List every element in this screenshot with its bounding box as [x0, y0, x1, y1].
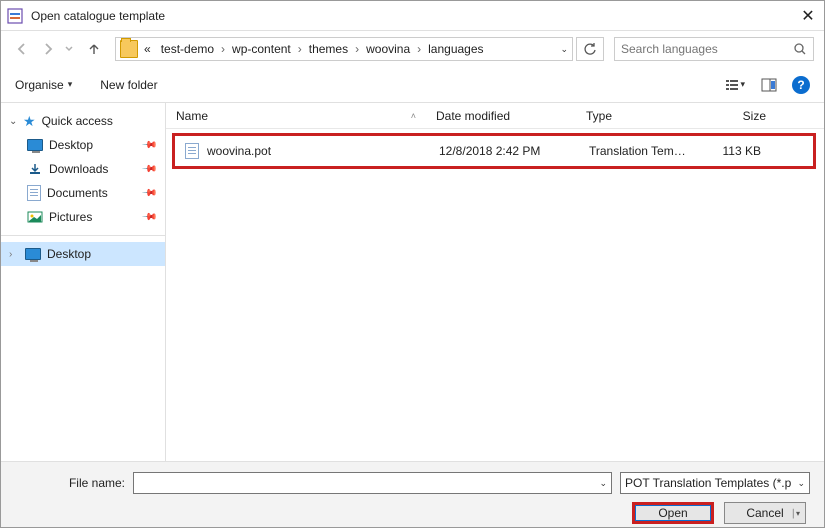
sidebar-item-root-desktop[interactable]: › Desktop	[1, 242, 165, 266]
up-button[interactable]	[83, 38, 105, 60]
pin-icon: 📌	[140, 209, 157, 226]
view-mode-button[interactable]: ▾	[724, 75, 746, 95]
nav-row: « test-demo › wp-content › themes › woov…	[1, 31, 824, 67]
chevron-right-icon: ›	[220, 42, 226, 56]
sidebar-label-documents: Documents	[47, 186, 108, 200]
chevron-right-icon: ›	[354, 42, 360, 56]
address-dropdown[interactable]: ⌄	[560, 44, 568, 55]
sidebar-item-pictures[interactable]: Pictures 📌	[1, 205, 165, 229]
forward-button[interactable]	[37, 38, 59, 60]
document-icon	[27, 185, 41, 201]
highlighted-file-row: woovina.pot 12/8/2018 2:42 PM Translatio…	[172, 133, 816, 169]
filename-input[interactable]: ⌄	[133, 472, 612, 494]
crumb-themes[interactable]: themes	[305, 42, 352, 56]
crumb-wp-content[interactable]: wp-content	[228, 42, 295, 56]
chevron-down-icon[interactable]: ⌄	[599, 478, 607, 489]
chevron-right-icon: ›	[9, 249, 19, 260]
new-folder-label: New folder	[100, 78, 157, 92]
sidebar-label-downloads: Downloads	[49, 162, 108, 176]
sidebar-item-desktop[interactable]: Desktop 📌	[1, 133, 165, 157]
sidebar-label-desktop: Desktop	[49, 138, 93, 152]
crumb-woovina[interactable]: woovina	[362, 42, 414, 56]
star-icon: ★	[23, 113, 36, 130]
header-label-name: Name	[176, 109, 208, 123]
header-name[interactable]: Name ˄	[166, 109, 426, 123]
chevron-down-icon: ▾	[68, 79, 73, 90]
preview-pane-button[interactable]	[758, 75, 780, 95]
chevron-right-icon: ›	[297, 42, 303, 56]
header-size[interactable]: Size	[696, 109, 776, 123]
sidebar-label-pictures: Pictures	[49, 210, 92, 224]
new-folder-button[interactable]: New folder	[100, 78, 157, 92]
filename-label: File name:	[15, 476, 125, 490]
title-bar: Open catalogue template ✕	[1, 1, 824, 31]
desktop-icon	[27, 139, 43, 151]
search-icon	[793, 42, 807, 56]
window-title: Open catalogue template	[31, 9, 798, 23]
open-button-label: Open	[658, 506, 687, 520]
cancel-button-label: Cancel	[746, 506, 783, 520]
header-label-date: Date modified	[436, 109, 510, 123]
file-row[interactable]: woovina.pot 12/8/2018 2:42 PM Translatio…	[175, 138, 813, 164]
back-button[interactable]	[11, 38, 33, 60]
app-icon	[7, 8, 23, 24]
main-area: ⌄ ★ Quick access Desktop 📌 Downloads 📌 D…	[1, 103, 824, 463]
footer: File name: ⌄ POT Translation Templates (…	[1, 461, 824, 527]
toolbar: Organise ▾ New folder ▾ ?	[1, 67, 824, 103]
file-size: 113 KB	[699, 144, 771, 158]
header-label-type: Type	[586, 109, 612, 123]
sidebar-label-root-desktop: Desktop	[47, 247, 91, 261]
file-icon	[185, 143, 199, 159]
file-name: woovina.pot	[207, 144, 271, 158]
refresh-button[interactable]	[576, 37, 604, 61]
folder-icon	[120, 40, 138, 58]
close-icon[interactable]: ✕	[798, 6, 818, 26]
crumb-languages[interactable]: languages	[424, 42, 487, 56]
pictures-icon	[27, 210, 43, 224]
file-pane: Name ˄ Date modified Type Size woovina.p…	[166, 103, 824, 463]
sidebar-divider	[1, 235, 165, 236]
column-headers: Name ˄ Date modified Type Size	[166, 103, 824, 129]
organise-label: Organise	[15, 78, 64, 92]
address-bar[interactable]: « test-demo › wp-content › themes › woov…	[115, 37, 573, 61]
sort-indicator-icon: ˄	[411, 111, 416, 121]
pin-icon: 📌	[140, 185, 157, 202]
recent-dropdown[interactable]	[63, 38, 75, 60]
pin-icon: 📌	[140, 161, 157, 178]
organise-menu[interactable]: Organise ▾	[15, 78, 72, 92]
header-label-size: Size	[743, 109, 766, 123]
search-input[interactable]	[621, 42, 787, 56]
sidebar-item-documents[interactable]: Documents 📌	[1, 181, 165, 205]
desktop-icon	[25, 248, 41, 260]
open-button[interactable]: Open │▾	[632, 502, 714, 524]
sidebar-quick-access[interactable]: ⌄ ★ Quick access	[1, 109, 165, 133]
header-type[interactable]: Type	[576, 109, 696, 123]
filetype-label: POT Translation Templates (*.p	[625, 476, 791, 490]
downloads-icon	[27, 162, 43, 176]
chevron-down-icon: ⌄	[9, 116, 19, 127]
chevron-down-icon: ⌄	[797, 478, 805, 489]
crumb-test-demo[interactable]: test-demo	[157, 42, 218, 56]
filetype-select[interactable]: POT Translation Templates (*.p ⌄	[620, 472, 810, 494]
sidebar-item-downloads[interactable]: Downloads 📌	[1, 157, 165, 181]
chevron-right-icon: ›	[416, 42, 422, 56]
header-date[interactable]: Date modified	[426, 109, 576, 123]
search-box[interactable]	[614, 37, 814, 61]
pin-icon: 📌	[140, 137, 157, 154]
help-button[interactable]: ?	[792, 76, 810, 94]
sidebar-label-quick-access: Quick access	[42, 114, 113, 128]
sidebar: ⌄ ★ Quick access Desktop 📌 Downloads 📌 D…	[1, 103, 166, 463]
file-type: Translation Templ...	[579, 144, 699, 158]
file-date: 12/8/2018 2:42 PM	[429, 144, 579, 158]
breadcrumb-prefix: «	[140, 42, 155, 56]
